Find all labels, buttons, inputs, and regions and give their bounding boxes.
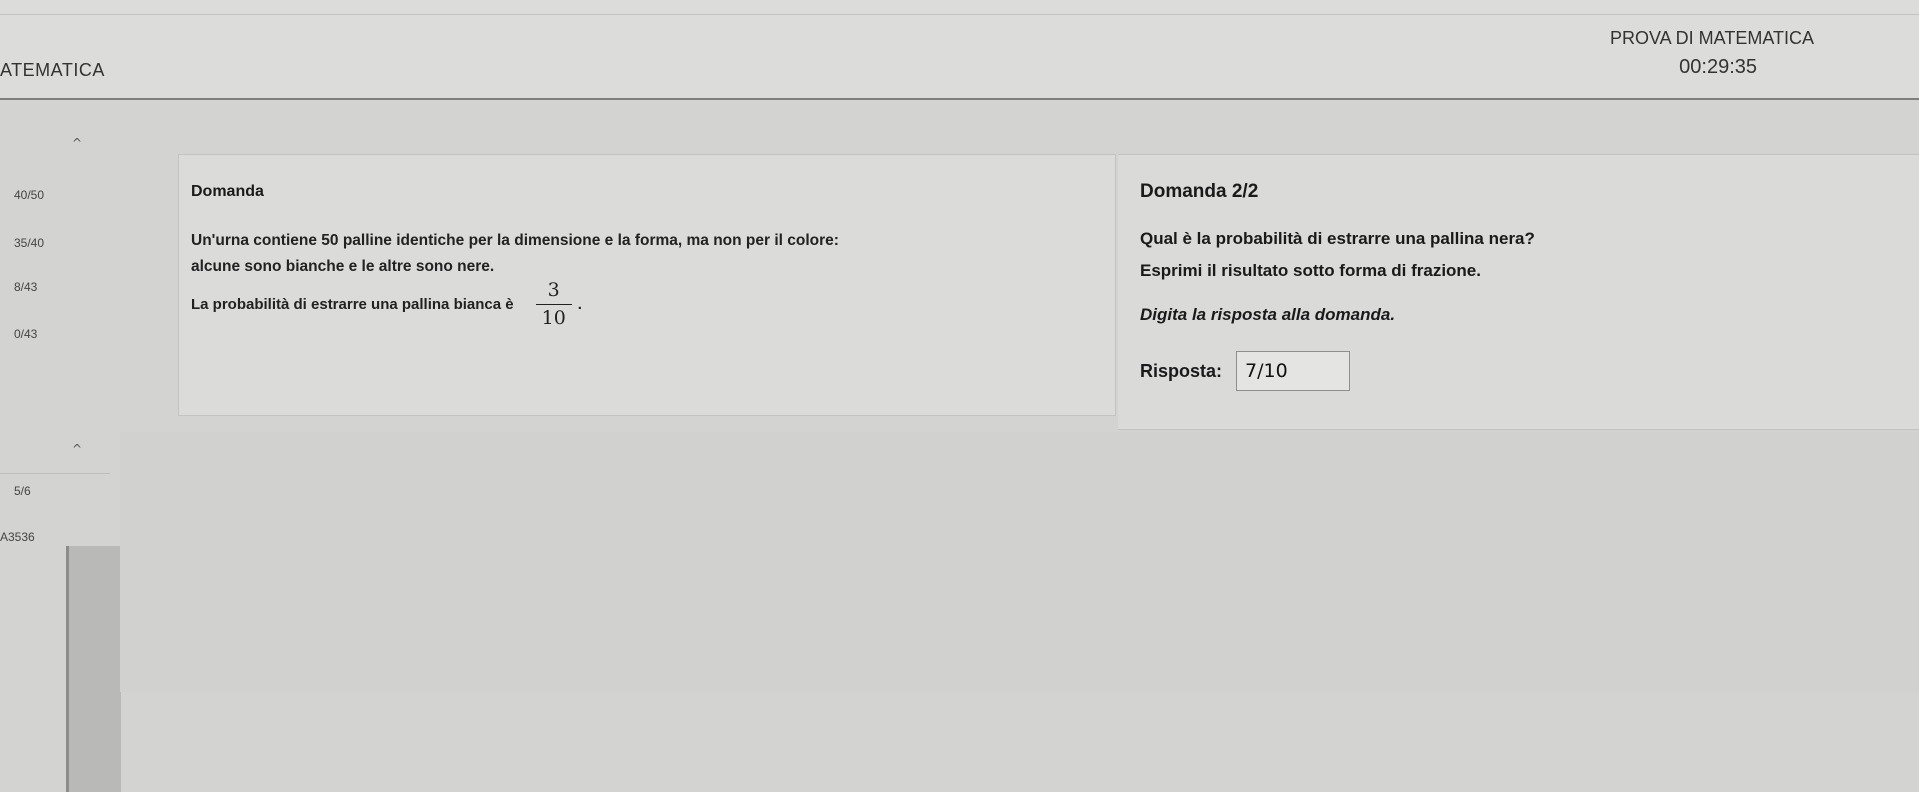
question-navigator: ^ 40/50 35/40 8/43 0/43 ^ 5/6 A3536 [0, 100, 121, 792]
question-answer-panel: Domanda 2/2 Qual è la probabilità di est… [1118, 154, 1919, 430]
section-score-3[interactable]: 8/43 [0, 280, 110, 294]
question-text-1: Qual è la probabilità di estrarre una pa… [1140, 229, 1535, 248]
countdown-timer: 00:29:35 [1679, 56, 1757, 78]
sidebar-divider [0, 473, 110, 474]
answer-label: Risposta: [1140, 360, 1223, 381]
answer-row: Risposta: [1140, 351, 1351, 391]
header-divider [0, 14, 1919, 15]
exam-title: PROVA DI MATEMATICA [1609, 28, 1814, 48]
fraction-period: . [577, 296, 582, 313]
collapse-up-icon-2[interactable]: ^ [68, 442, 86, 456]
sidebar-scrollbar[interactable] [66, 546, 121, 792]
question-context-panel: Domanda Un'urna contiene 50 palline iden… [178, 154, 1116, 416]
context-line-1: Un'urna contiene 50 palline identiche pe… [191, 232, 839, 249]
section-score-5[interactable]: 5/6 [0, 484, 110, 498]
section-code: A3536 [0, 530, 35, 544]
context-line-2: alcune sono bianche e le altre sono nere… [191, 258, 495, 275]
empty-content-area [120, 432, 1919, 692]
section-score-2[interactable]: 35/40 [0, 236, 110, 250]
answer-instruction: Digita la risposta alla domanda. [1140, 305, 1396, 324]
fraction-numerator: 3 [547, 279, 560, 301]
fraction-denominator: 10 [535, 304, 572, 328]
question-text-2: Esprimi il risultato sotto forma di fraz… [1140, 261, 1481, 280]
question-number: Domanda 2/2 [1140, 181, 1259, 202]
fraction: 3 10 [535, 279, 572, 328]
question-label: Domanda [191, 183, 264, 200]
section-score-4[interactable]: 0/43 [0, 327, 110, 341]
answer-input[interactable] [1236, 351, 1351, 391]
probability-text: La probabilità di estrarre una pallina b… [191, 296, 514, 313]
header-bar: ATEMATICA PROVA DI MATEMATICA 00:29:35 [0, 0, 1919, 100]
brand-title: ATEMATICA [0, 60, 105, 80]
section-score-1[interactable]: 40/50 [0, 188, 110, 202]
probability-statement: La probabilità di estrarre una pallina b… [191, 281, 582, 328]
collapse-up-icon[interactable]: ^ [68, 136, 86, 150]
